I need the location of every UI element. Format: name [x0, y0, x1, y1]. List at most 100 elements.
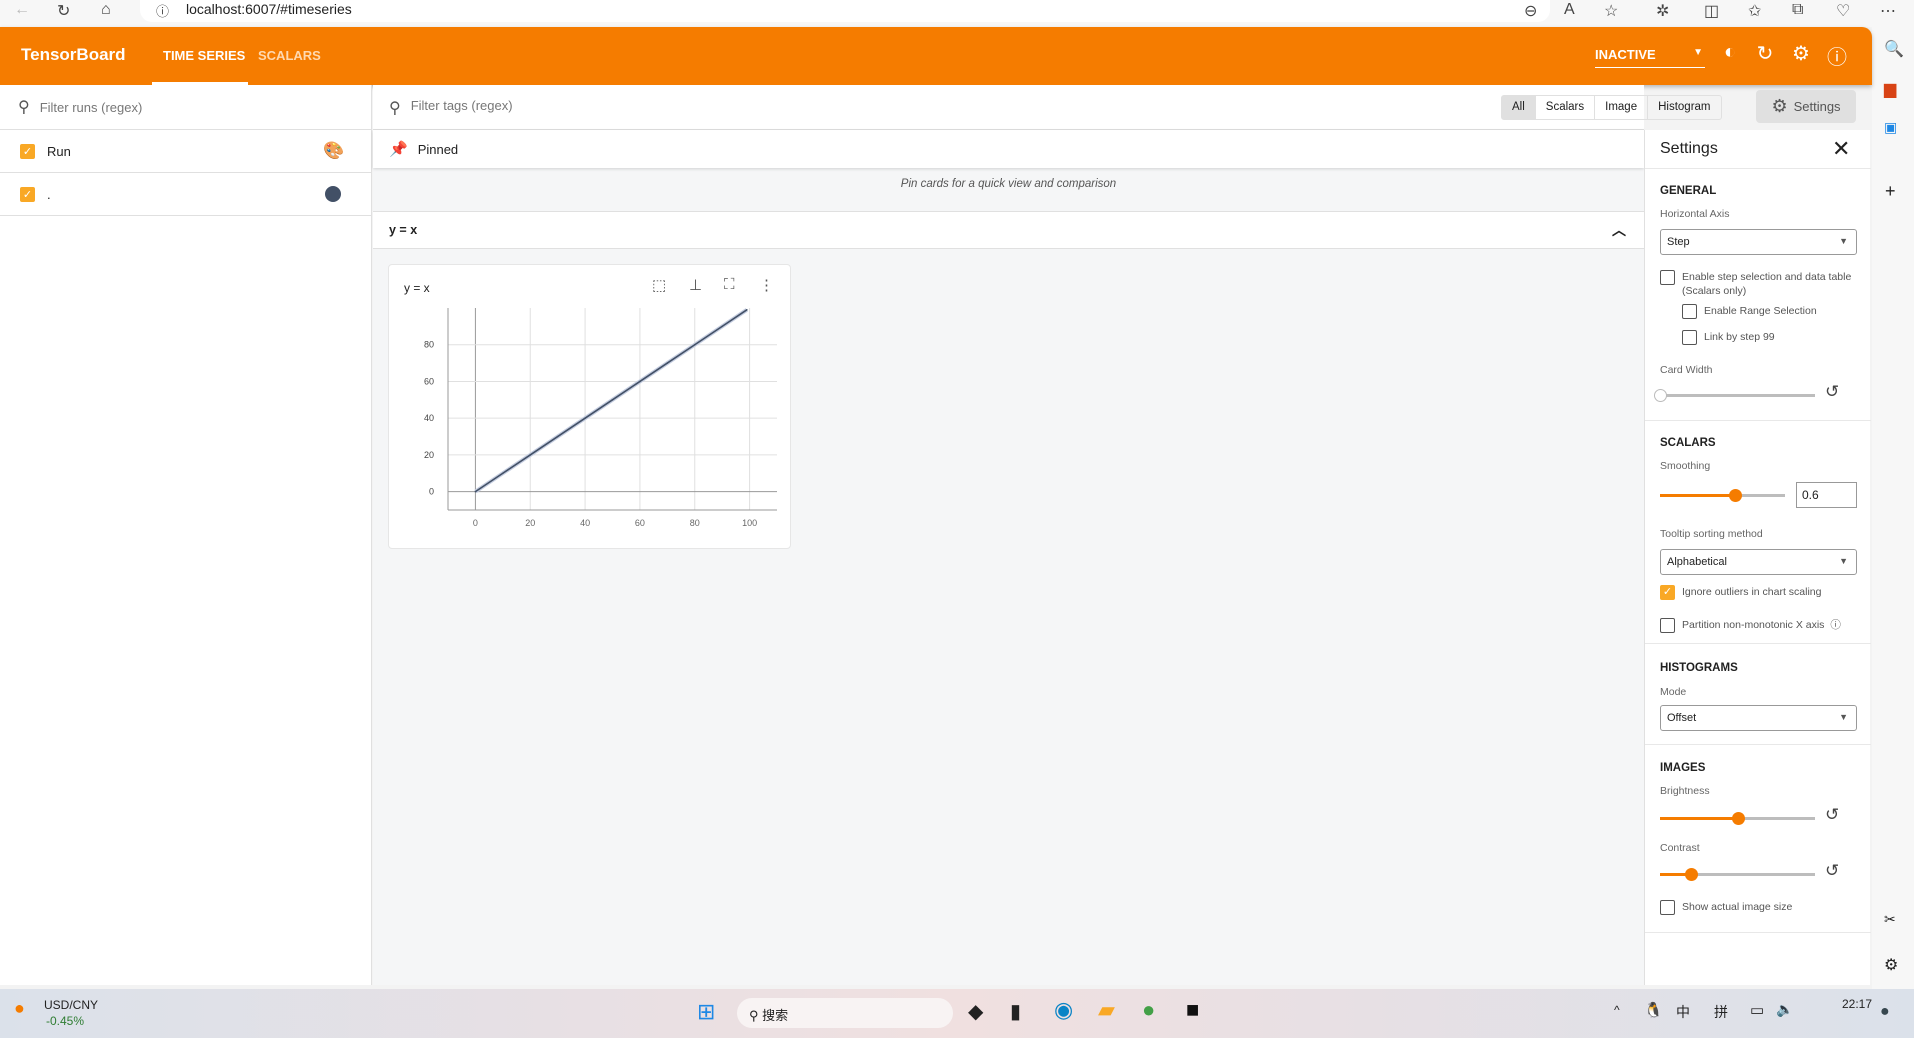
zoom-out-icon[interactable]: ⊖: [1524, 1, 1537, 21]
card-width-slider[interactable]: [1654, 389, 1815, 402]
reset-icon[interactable]: ↺: [1825, 805, 1839, 825]
slider-thumb[interactable]: [1654, 389, 1667, 402]
tooltip-sort-select[interactable]: Alphabetical ▼: [1660, 549, 1857, 575]
line-chart[interactable]: 0 20 40 60 80 100 0 20 40 60 80: [389, 265, 792, 550]
settings-icon[interactable]: ⚙: [1884, 955, 1898, 975]
link-by-step-checkbox[interactable]: Link by step 99: [1682, 330, 1775, 345]
volume-icon[interactable]: 🔈: [1776, 1001, 1793, 1018]
checkbox-box[interactable]: ✓: [1660, 585, 1675, 600]
notification-icon[interactable]: ●: [1880, 1003, 1890, 1021]
partition-checkbox[interactable]: Partition non-monotonic X axis ⓘ: [1660, 618, 1841, 633]
taskbar-search[interactable]: ⚲ 搜索: [737, 998, 953, 1028]
wechat-icon[interactable]: ●: [1142, 997, 1155, 1023]
run-checkbox[interactable]: ✓: [20, 186, 35, 202]
copilot-icon[interactable]: ◆: [968, 999, 983, 1024]
actual-size-checkbox[interactable]: Show actual image size: [1660, 900, 1792, 915]
theme-icon[interactable]: ◐: [1718, 41, 1742, 64]
home-icon[interactable]: ⌂: [101, 1, 111, 19]
card-group-header[interactable]: y = x ︿: [373, 211, 1644, 249]
data-point: [611, 399, 614, 401]
data-point: [556, 435, 559, 438]
toolbox-icon[interactable]: ▆: [1884, 79, 1896, 99]
ime-pinyin[interactable]: 拼: [1714, 1002, 1728, 1022]
checkbox-box[interactable]: [1660, 900, 1675, 915]
smoothing-input[interactable]: 0.6: [1796, 482, 1857, 508]
chevron-up-icon[interactable]: ︿: [1612, 220, 1626, 240]
add-icon[interactable]: +: [1885, 181, 1896, 202]
reload-status-select[interactable]: INACTIVE ▼: [1595, 47, 1705, 68]
help-icon[interactable]: ⓘ: [1825, 41, 1849, 70]
range-selection-checkbox[interactable]: Enable Range Selection: [1682, 304, 1817, 319]
run-color-swatch[interactable]: [325, 186, 341, 202]
chevron-up-icon[interactable]: ^: [1614, 1003, 1620, 1017]
type-histogram[interactable]: Histogram: [1648, 96, 1720, 119]
extensions-icon[interactable]: ✲: [1656, 1, 1669, 21]
checkbox-note: (Scalars only): [1682, 285, 1747, 297]
edge-icon[interactable]: ◉: [1054, 997, 1073, 1023]
run-row[interactable]: ✓.: [0, 173, 371, 216]
close-icon[interactable]: ✕: [1832, 136, 1850, 162]
start-icon[interactable]: ⊞: [697, 999, 715, 1025]
section-heading: IMAGES: [1660, 762, 1706, 774]
tab-scalars[interactable]: SCALARS: [258, 48, 321, 63]
read-aloud-icon[interactable]: A: [1564, 1, 1575, 19]
more-icon[interactable]: ⋯: [1880, 1, 1896, 21]
favorite-icon[interactable]: ☆: [1604, 1, 1618, 21]
split-screen-icon[interactable]: ◫: [1704, 1, 1719, 21]
clock-time[interactable]: 22:17: [1842, 997, 1872, 1011]
smoothing-slider[interactable]: [1660, 489, 1785, 502]
settings-button[interactable]: ⚙ Settings: [1756, 90, 1856, 123]
ignore-outliers-checkbox[interactable]: ✓ Ignore outliers in chart scaling: [1660, 585, 1822, 600]
browser-sidebar: 🔍 ▆ ▣ + ✂ ⚙: [1872, 27, 1914, 989]
type-image[interactable]: Image: [1595, 96, 1649, 119]
translate-icon[interactable]: ▣: [1884, 119, 1897, 136]
brightness-slider[interactable]: [1660, 812, 1815, 825]
pycharm-icon[interactable]: ■: [1186, 997, 1199, 1023]
slider-thumb[interactable]: [1685, 868, 1698, 881]
palette-icon[interactable]: 🎨: [323, 141, 344, 161]
slider-thumb[interactable]: [1731, 812, 1745, 825]
reset-icon[interactable]: ↺: [1825, 861, 1839, 881]
type-all[interactable]: All: [1502, 96, 1536, 119]
back-icon[interactable]: ←: [14, 1, 30, 19]
qq-icon[interactable]: 🐧: [1644, 1001, 1663, 1019]
stock-widget-icon[interactable]: ●: [14, 998, 25, 1019]
brand-logo: TensorBoard: [21, 45, 126, 64]
run-row[interactable]: ✓ Run 🎨: [0, 130, 371, 173]
info-icon[interactable]: ⓘ: [156, 1, 169, 20]
network-icon[interactable]: ▭: [1750, 1001, 1764, 1019]
tab-time-series[interactable]: TIME SERIES: [163, 48, 245, 63]
reset-icon[interactable]: ↺: [1825, 382, 1839, 402]
terminal-icon[interactable]: ▮: [1010, 999, 1021, 1024]
horizontal-axis-select[interactable]: Step ▼: [1660, 229, 1857, 255]
help-icon[interactable]: ⓘ: [1830, 618, 1841, 633]
checkbox-box[interactable]: [1682, 304, 1697, 319]
histogram-mode-select[interactable]: Offset ▼: [1660, 705, 1857, 731]
refresh-icon[interactable]: ↻: [1753, 41, 1777, 66]
checkbox-box[interactable]: [1660, 618, 1675, 633]
ime-mode[interactable]: 中: [1676, 1002, 1690, 1022]
screenshot-icon[interactable]: ✂: [1884, 911, 1896, 928]
step-selection-checkbox[interactable]: Enable step selection and data table (Sca…: [1660, 270, 1851, 298]
general-section: GENERAL Horizontal Axis Step ▼ Enable ste…: [1645, 168, 1871, 402]
search-icon[interactable]: 🔍: [1884, 39, 1904, 59]
collections-icon[interactable]: ⧉: [1792, 1, 1803, 19]
runs-filter[interactable]: ⚲ Filter runs (regex): [0, 85, 371, 130]
y-tick-label: 20: [424, 450, 434, 460]
file-explorer-icon[interactable]: ▰: [1098, 997, 1115, 1023]
settings-icon[interactable]: ⚙: [1789, 41, 1813, 66]
type-scalars[interactable]: Scalars: [1536, 96, 1596, 119]
checkbox-box[interactable]: [1682, 330, 1697, 345]
tags-filter[interactable]: ⚲ Filter tags (regex): [389, 98, 513, 118]
select-value: Step: [1667, 236, 1690, 248]
run-checkbox[interactable]: ✓: [20, 143, 35, 159]
ticker-label[interactable]: USD/CNY: [44, 998, 98, 1012]
health-icon[interactable]: ♡: [1836, 1, 1850, 21]
slider-thumb[interactable]: [1729, 489, 1742, 502]
contrast-slider[interactable]: [1660, 868, 1815, 881]
favorites-icon[interactable]: ✩: [1748, 1, 1761, 21]
reload-icon[interactable]: ↻: [57, 1, 70, 21]
gear-icon: ⚙: [1771, 96, 1788, 116]
checkbox-box[interactable]: [1660, 270, 1675, 285]
url-text[interactable]: localhost:6007/#timeseries: [186, 1, 352, 17]
